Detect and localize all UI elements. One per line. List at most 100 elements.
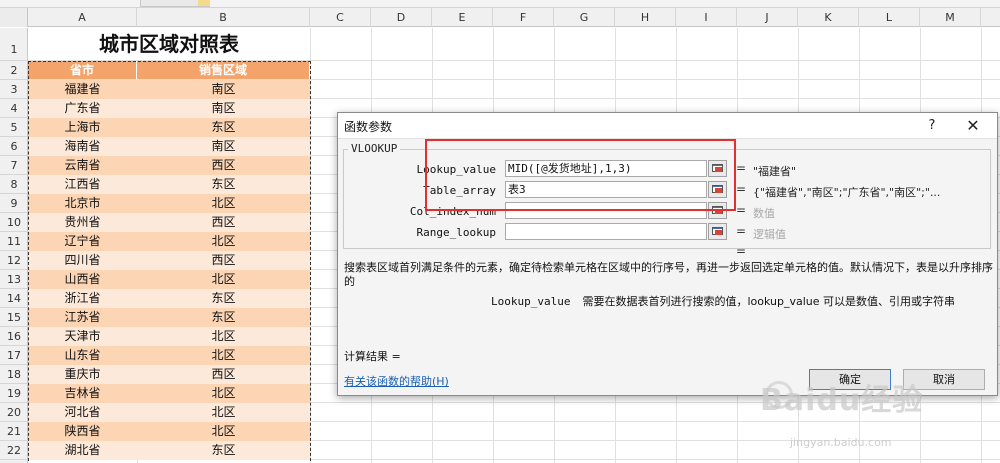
range-lookup-collapse-icon[interactable]	[708, 223, 727, 240]
table-array-label: Table_array	[423, 184, 496, 197]
lookup-value-input[interactable]: MID([@发货地址],1,3)	[505, 160, 707, 177]
close-icon[interactable]: ✕	[963, 116, 983, 136]
row-header[interactable]: 17	[0, 346, 28, 365]
cell-region[interactable]: 东区	[137, 175, 310, 194]
cell-region[interactable]: 北区	[137, 194, 310, 213]
row-header[interactable]: 6	[0, 137, 28, 156]
cell-province[interactable]: 辽宁省	[28, 232, 137, 251]
table-array-collapse-icon[interactable]	[708, 181, 727, 198]
col-index-num-input[interactable]	[505, 202, 707, 219]
header-region[interactable]: 销售区域	[137, 61, 310, 79]
row-header[interactable]: 9	[0, 194, 28, 213]
cell-province[interactable]: 河北省	[28, 403, 137, 422]
row-header[interactable]: 14	[0, 289, 28, 308]
cell-province[interactable]: 江西省	[28, 175, 137, 194]
cell-region[interactable]: 南区	[137, 80, 310, 99]
cell-province[interactable]: 福建省	[28, 80, 137, 99]
row-header[interactable]: 11	[0, 232, 28, 251]
cell-province[interactable]: 天津市	[28, 327, 137, 346]
equals-sign: =	[736, 224, 747, 238]
cell-province[interactable]: 山东省	[28, 346, 137, 365]
cell-province[interactable]: 四川省	[28, 251, 137, 270]
lookup-value-result: "福建省"	[753, 165, 797, 178]
cell-province[interactable]: 江苏省	[28, 308, 137, 327]
table-array-input[interactable]: 表3	[505, 181, 707, 198]
column-header-l[interactable]: L	[859, 8, 920, 27]
cell-region[interactable]: 西区	[137, 213, 310, 232]
column-header-j[interactable]: J	[737, 8, 798, 27]
column-header-h[interactable]: H	[615, 8, 676, 27]
row-header[interactable]: 8	[0, 175, 28, 194]
range-lookup-input[interactable]	[505, 223, 707, 240]
row-header[interactable]: 18	[0, 365, 28, 384]
cell-region[interactable]: 北区	[137, 346, 310, 365]
col-index-num-collapse-icon[interactable]	[708, 202, 727, 219]
row-header[interactable]: 13	[0, 270, 28, 289]
column-header-f[interactable]: F	[493, 8, 554, 27]
cell-region[interactable]: 南区	[137, 99, 310, 118]
column-header-a[interactable]: A	[28, 8, 137, 27]
cell-province[interactable]: 上海市	[28, 118, 137, 137]
header-province[interactable]: 省市	[28, 61, 137, 79]
cell-region[interactable]: 西区	[137, 365, 310, 384]
row-header[interactable]: 5	[0, 118, 28, 137]
cell-province[interactable]: 广东省	[28, 99, 137, 118]
cell-province[interactable]: 吉林省	[28, 384, 137, 403]
row-header[interactable]: 22	[0, 441, 28, 460]
cell-region[interactable]: 北区	[137, 403, 310, 422]
select-all-corner[interactable]	[0, 8, 28, 27]
row-header[interactable]: 20	[0, 403, 28, 422]
column-header-m[interactable]: M	[920, 8, 981, 27]
cell-region[interactable]: 西区	[137, 156, 310, 175]
cell-province[interactable]: 陕西省	[28, 422, 137, 441]
function-help-link[interactable]: 有关该函数的帮助(H)	[344, 373, 449, 389]
row-header[interactable]: 16	[0, 327, 28, 346]
cell-region[interactable]: 东区	[137, 118, 310, 137]
column-header-g[interactable]: G	[554, 8, 615, 27]
equals-sign: =	[736, 182, 747, 196]
column-header-b[interactable]: B	[137, 8, 310, 27]
lookup-value-label: Lookup_value	[416, 163, 496, 176]
cell-province[interactable]: 海南省	[28, 137, 137, 156]
cell-province[interactable]: 北京市	[28, 194, 137, 213]
parameter-description: Lookup_value 需要在数据表首列进行搜索的值，lookup_value …	[491, 293, 955, 309]
column-header-e[interactable]: E	[432, 8, 493, 27]
cell-region[interactable]: 北区	[137, 232, 310, 251]
column-header-row: A B C D E F G H I J K L M	[0, 8, 1000, 27]
help-icon[interactable]: ?	[922, 116, 942, 136]
table-title[interactable]: 城市区域对照表	[28, 28, 310, 60]
cell-region[interactable]: 北区	[137, 384, 310, 403]
cell-province[interactable]: 云南省	[28, 156, 137, 175]
cell-region[interactable]: 南区	[137, 137, 310, 156]
row-header[interactable]: 21	[0, 422, 28, 441]
dialog-titlebar[interactable]: 函数参数 ? ✕	[338, 113, 997, 139]
cell-region[interactable]: 东区	[137, 289, 310, 308]
cell-province[interactable]: 浙江省	[28, 289, 137, 308]
equals-sign: =	[736, 203, 747, 217]
row-header[interactable]: 1	[0, 28, 28, 61]
cell-province[interactable]: 重庆市	[28, 365, 137, 384]
dialog-title: 函数参数	[344, 120, 393, 134]
row-header[interactable]: 3	[0, 80, 28, 99]
column-header-c[interactable]: C	[310, 8, 371, 27]
column-header-d[interactable]: D	[371, 8, 432, 27]
column-header-i[interactable]: I	[676, 8, 737, 27]
cell-province[interactable]: 贵州省	[28, 213, 137, 232]
row-header[interactable]: 2	[0, 61, 28, 80]
cell-region[interactable]: 西区	[137, 251, 310, 270]
lookup-value-collapse-icon[interactable]	[708, 160, 727, 177]
cell-province[interactable]: 山西省	[28, 270, 137, 289]
cell-region[interactable]: 东区	[137, 308, 310, 327]
cell-region[interactable]: 北区	[137, 327, 310, 346]
cell-region[interactable]: 东区	[137, 441, 310, 460]
column-header-k[interactable]: K	[798, 8, 859, 27]
cell-province[interactable]: 湖北省	[28, 441, 137, 460]
row-header[interactable]: 4	[0, 99, 28, 118]
row-header[interactable]: 12	[0, 251, 28, 270]
row-header[interactable]: 15	[0, 308, 28, 327]
cell-region[interactable]: 北区	[137, 422, 310, 441]
cell-region[interactable]: 北区	[137, 270, 310, 289]
row-header[interactable]: 10	[0, 213, 28, 232]
row-header[interactable]: 7	[0, 156, 28, 175]
row-header[interactable]: 19	[0, 384, 28, 403]
